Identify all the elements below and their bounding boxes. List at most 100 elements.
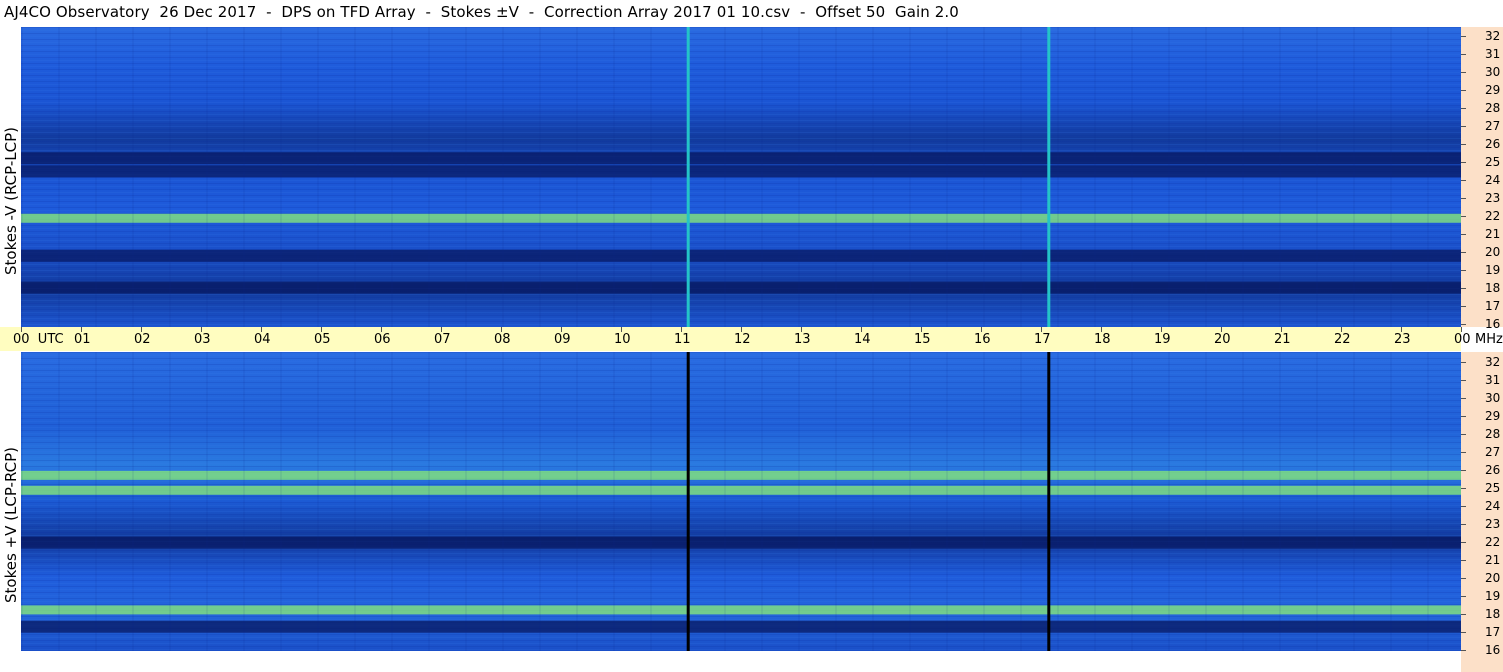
spectrogram-vertical-line xyxy=(1047,352,1051,651)
time-tick-label: 23 xyxy=(1394,332,1411,347)
spectrogram-striation xyxy=(21,562,1461,563)
spectrogram-column xyxy=(1020,352,1022,651)
spectrogram-column xyxy=(983,352,985,651)
spectrogram-striation xyxy=(21,33,1461,34)
spectrogram-vertical-line xyxy=(686,27,690,327)
freq-tick-label: 25 xyxy=(1485,481,1501,495)
spectrogram-column xyxy=(1131,352,1133,651)
freq-tick-mark xyxy=(1461,416,1466,417)
time-tick-label: 09 xyxy=(554,332,571,347)
spectrogram-column xyxy=(354,352,356,651)
spectrogram-bottom xyxy=(21,352,1461,651)
spectrogram-striation xyxy=(21,123,1461,124)
spectrogram-column xyxy=(1353,27,1355,327)
spectrogram-striation xyxy=(21,571,1461,572)
spectrogram-striation xyxy=(21,559,1461,560)
spectrogram-striation xyxy=(21,409,1461,410)
freq-tick-mark xyxy=(1461,252,1466,253)
freq-tick-label: 24 xyxy=(1485,499,1501,513)
spectrogram-column xyxy=(946,27,948,327)
spectrogram-column xyxy=(132,27,134,327)
time-tick-label: 12 xyxy=(734,332,751,347)
spectrogram-striation xyxy=(21,93,1461,94)
freq-tick-mark xyxy=(1461,144,1466,145)
spectrogram-striation xyxy=(21,445,1461,446)
freq-tick-mark xyxy=(1461,398,1466,399)
spectrogram-striation xyxy=(21,324,1461,325)
spectrogram-striation xyxy=(21,361,1461,362)
spectrogram-column xyxy=(613,27,615,327)
freq-tick-mark xyxy=(1461,578,1466,579)
spectrogram-striation xyxy=(21,132,1461,133)
freq-tick-mark xyxy=(1461,216,1466,217)
spectrogram-striation xyxy=(21,568,1461,569)
freq-tick-mark xyxy=(1461,108,1466,109)
spectrogram-striation xyxy=(21,535,1461,536)
spectrogram-striation xyxy=(21,99,1461,100)
spectrogram-striation xyxy=(21,105,1461,106)
freq-tick-label: 29 xyxy=(1485,409,1501,423)
spectrogram-column xyxy=(539,352,541,651)
spectrogram-striation xyxy=(21,457,1461,458)
spectrogram-column xyxy=(317,352,319,651)
spectrogram-striation xyxy=(21,598,1461,599)
spectrogram-band xyxy=(21,213,1461,223)
spectrogram-striation xyxy=(21,514,1461,515)
spectrogram-column xyxy=(317,27,319,327)
spectrogram-striation xyxy=(21,228,1461,229)
spectrogram-column xyxy=(95,27,97,327)
time-tick-label: 07 xyxy=(434,332,451,347)
spectrogram-column xyxy=(465,352,467,651)
spectrogram-column xyxy=(391,352,393,651)
spectrogram-striation xyxy=(21,42,1461,43)
spectrogram-striation xyxy=(21,637,1461,638)
spectrogram-striation xyxy=(21,186,1461,187)
spectrogram-column xyxy=(835,27,837,327)
spectrogram-striation xyxy=(21,451,1461,452)
freq-tick-label: 25 xyxy=(1485,155,1501,169)
spectrogram-striation xyxy=(21,111,1461,112)
spectrogram-striation xyxy=(21,448,1461,449)
spectrogram-band xyxy=(21,536,1461,549)
freq-tick-label: 16 xyxy=(1485,317,1501,331)
freq-tick-label: 32 xyxy=(1485,355,1501,369)
spectrogram-striation xyxy=(21,430,1461,431)
time-tick-label: 00 xyxy=(1454,332,1471,347)
spectrogram-striation xyxy=(21,237,1461,238)
spectrogram-column xyxy=(21,352,23,651)
spectrogram-column xyxy=(1057,352,1059,651)
spectrogram-striation xyxy=(21,442,1461,443)
time-tick-label: 02 xyxy=(134,332,151,347)
freq-tick-label: 18 xyxy=(1485,607,1501,621)
spectrogram-vertical-line xyxy=(1047,27,1051,327)
spectrogram-striation xyxy=(21,204,1461,205)
spectrogram-striation xyxy=(21,294,1461,295)
spectrogram-striation xyxy=(21,646,1461,647)
spectrogram-striation xyxy=(21,39,1461,40)
spectrogram-column xyxy=(502,352,504,651)
time-tick-label: 08 xyxy=(494,332,511,347)
spectrogram-striation xyxy=(21,634,1461,635)
spectrogram-column xyxy=(1168,352,1170,651)
freq-tick-label: 31 xyxy=(1485,47,1501,61)
spectrogram-band xyxy=(21,281,1461,294)
spectrogram-striation xyxy=(21,270,1461,271)
spectrogram-top-svg xyxy=(21,27,1461,327)
time-tick-label: 05 xyxy=(314,332,331,347)
spectrogram-striation xyxy=(21,406,1461,407)
freq-tick-mark xyxy=(1461,72,1466,73)
spectrogram-striation xyxy=(21,180,1461,181)
spectrogram-striation xyxy=(21,556,1461,557)
spectrogram-column xyxy=(1094,352,1096,651)
spectrogram-striation xyxy=(21,499,1461,500)
spectrogram-striation xyxy=(21,51,1461,52)
spectrogram-striation xyxy=(21,30,1461,31)
spectrogram-column xyxy=(650,27,652,327)
freq-tick-mark xyxy=(1461,506,1466,507)
spectrogram-striation xyxy=(21,418,1461,419)
freq-tick-label: 17 xyxy=(1485,625,1501,639)
spectrogram-column xyxy=(1131,27,1133,327)
spectrogram-striation xyxy=(21,48,1461,49)
freq-tick-label: 16 xyxy=(1485,643,1501,657)
spectrogram-column xyxy=(1094,27,1096,327)
